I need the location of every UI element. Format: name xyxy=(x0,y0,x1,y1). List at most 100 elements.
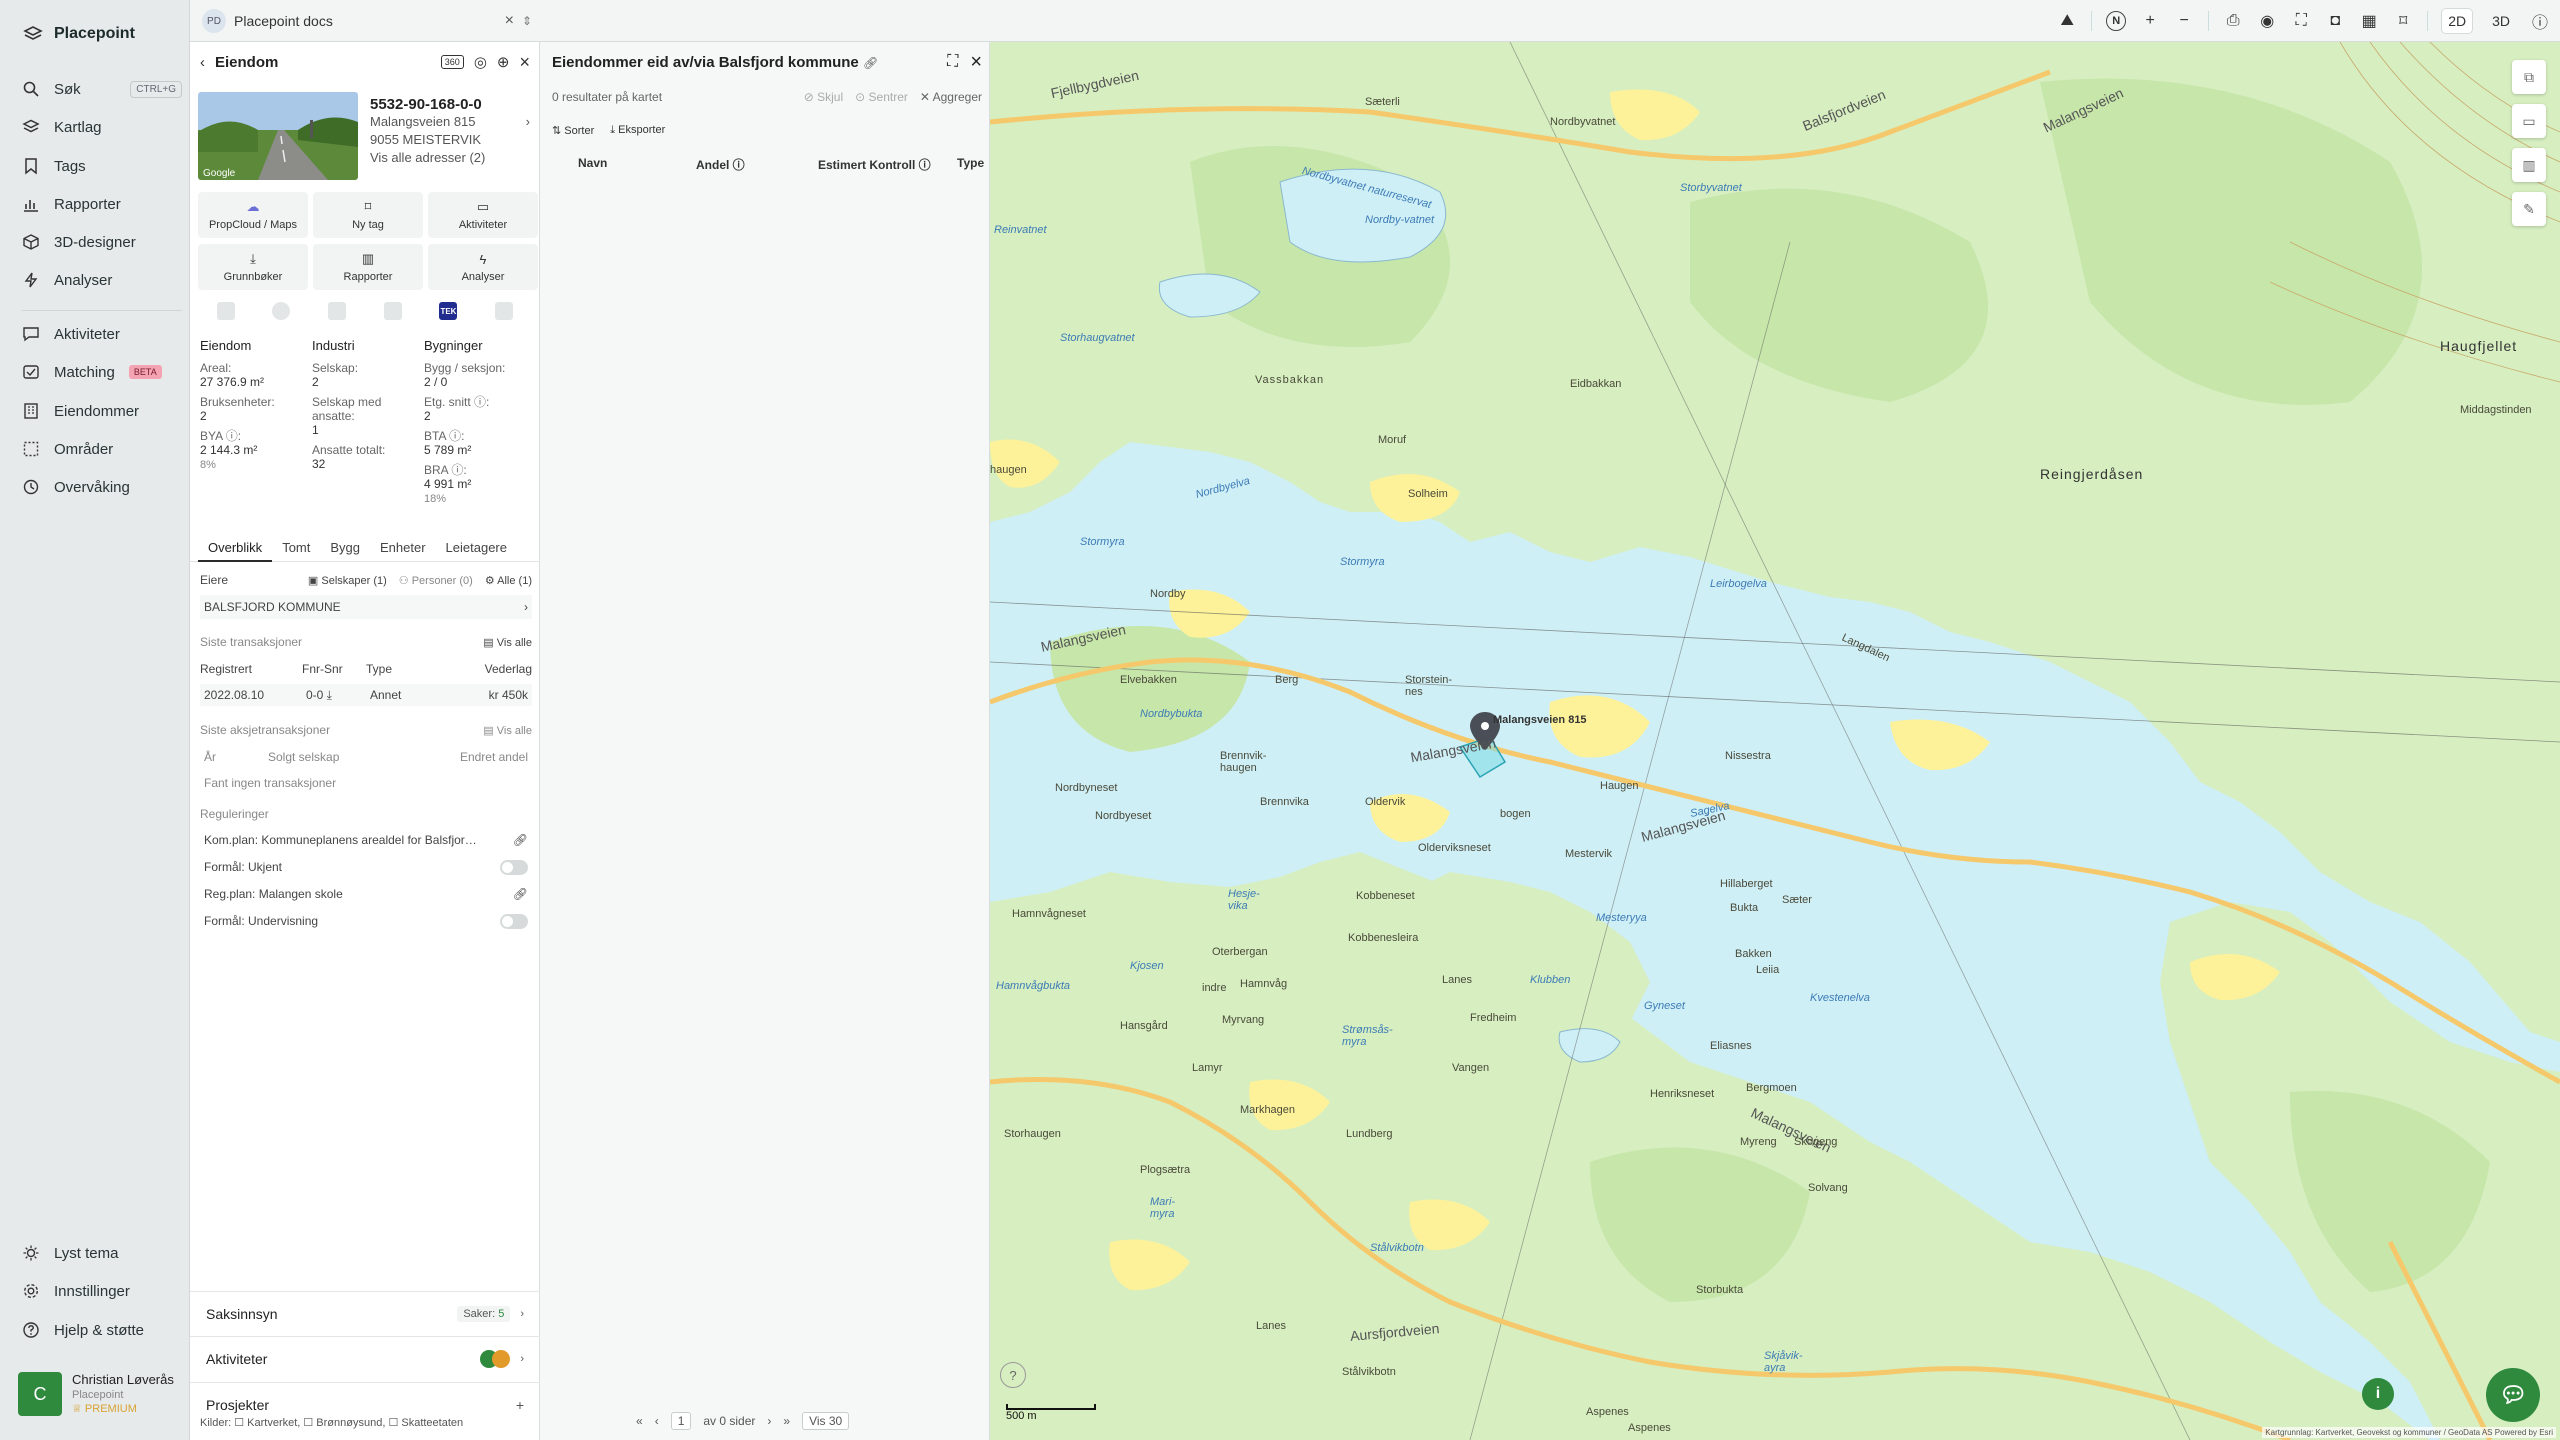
center-button[interactable]: ⊙ Sentrer xyxy=(855,90,908,104)
link-icon[interactable]: 🔗︎ xyxy=(513,833,528,847)
sidebar-item-theme[interactable]: Lyst tema xyxy=(22,1238,182,1268)
close-icon[interactable]: × xyxy=(505,12,514,30)
map-layers-button[interactable]: ⧉ xyxy=(2512,60,2546,94)
map-measure-button[interactable]: ▭ xyxy=(2512,104,2546,138)
view-360-button[interactable]: 360 xyxy=(440,55,464,69)
sidebar-item-rapporter[interactable]: Rapporter xyxy=(22,189,182,219)
workspace-search[interactable]: PD Placepoint docs × ⇕ xyxy=(202,6,532,36)
print-icon[interactable]: ⎙ xyxy=(2223,11,2243,31)
street-view-photo[interactable]: Google xyxy=(198,92,358,180)
first-page-icon[interactable]: « xyxy=(636,1414,643,1428)
map-canvas[interactable] xyxy=(990,42,2560,1440)
cell-fnr[interactable]: 0-0 ⤓ xyxy=(306,688,370,703)
factory-logo-icon[interactable] xyxy=(328,302,347,320)
regulation-toggle[interactable] xyxy=(500,913,528,929)
tab-bygg[interactable]: Bygg xyxy=(320,532,370,562)
map-view[interactable]: Fjellbygdveien Sæterli Nordbyvatnet Bals… xyxy=(990,42,2560,1440)
tek-logo[interactable]: TEK xyxy=(439,302,458,320)
sidebar-item-search[interactable]: Søk CTRL+G xyxy=(22,74,182,104)
camera-icon[interactable]: ◘ xyxy=(2325,11,2345,31)
sidebar-item-eiendommer[interactable]: Eiendommer xyxy=(22,396,182,426)
info-fab-icon[interactable]: i xyxy=(2362,1378,2394,1410)
skyline-logo-icon[interactable] xyxy=(383,302,402,320)
close-icon[interactable]: × xyxy=(519,52,530,73)
eye-icon[interactable]: ◎ xyxy=(474,53,487,71)
hide-button[interactable]: ⊘ Skjul xyxy=(804,90,843,104)
sort-button[interactable]: ⇅ Sorter xyxy=(552,124,594,137)
chevron-updown-icon[interactable]: ⇕ xyxy=(522,14,532,28)
analyses-button[interactable]: ϟ Analyser xyxy=(428,244,538,290)
chat-fab-icon[interactable]: 💬︎ xyxy=(2486,1368,2540,1422)
brand[interactable]: Placepoint xyxy=(22,20,135,48)
help-icon[interactable]: ? xyxy=(1000,1362,1026,1388)
back-chevron-icon[interactable]: ‹ xyxy=(200,54,205,71)
add-icon[interactable]: + xyxy=(516,1397,524,1413)
expand-icon[interactable]: ⛶ xyxy=(947,53,958,71)
grid-icon[interactable]: ▦ xyxy=(2359,11,2379,31)
house-logo-icon[interactable] xyxy=(495,302,514,320)
info-icon[interactable]: ⓘ xyxy=(2530,11,2550,32)
export-button[interactable]: ⤓ Eksporter xyxy=(610,124,665,137)
regulation-item[interactable]: Reg.plan: Malangen skole 🔗︎ xyxy=(200,884,532,904)
bookmark-icon[interactable]: ⌑ xyxy=(2393,11,2413,31)
add-circle-icon[interactable]: ⊕ xyxy=(497,53,510,71)
sidebar-item-help[interactable]: Hjelp & støtte xyxy=(22,1315,182,1345)
propcloud-button[interactable]: ☁ PropCloud / Maps xyxy=(198,192,308,238)
share-transactions-show-all[interactable]: ▤ Vis alle xyxy=(483,724,532,737)
user-card[interactable]: C Christian Løverås Placepoint ♕ PREMIUM xyxy=(18,1372,186,1426)
reports-button[interactable]: ▥ Rapporter xyxy=(313,244,423,290)
column-header[interactable]: Andel ⓘ xyxy=(696,156,745,173)
owners-filter-persons[interactable]: ⚇ Personer (0) xyxy=(399,574,473,587)
column-header[interactable]: Estimert Kontroll ⓘ xyxy=(818,156,931,173)
section-saksinnsyn[interactable]: Saksinnsyn Saker: 5 › xyxy=(190,1291,540,1335)
tab-tomt[interactable]: Tomt xyxy=(272,532,320,562)
activities-button[interactable]: ▭ Aktiviteter xyxy=(428,192,538,238)
fullscreen-icon[interactable]: ⛶ xyxy=(2291,11,2311,31)
page-size-select[interactable]: Vis 30 xyxy=(802,1412,850,1430)
sidebar-item-3d-designer[interactable]: 3D-designer xyxy=(22,227,182,257)
building-logo-icon[interactable] xyxy=(216,302,235,320)
mode-3d-button[interactable]: 3D xyxy=(2486,9,2516,33)
owners-filter-companies[interactable]: ▣ Selskaper (1) xyxy=(308,574,387,587)
regulation-toggle[interactable] xyxy=(500,859,528,875)
last-page-icon[interactable]: » xyxy=(783,1414,790,1428)
aggregate-button[interactable]: ✕ Aggreger xyxy=(920,90,982,104)
link-icon[interactable]: 🔗︎ xyxy=(863,56,878,70)
tab-overblikk[interactable]: Overblikk xyxy=(198,532,273,562)
owners-filter-all[interactable]: ⚙ Alle (1) xyxy=(485,574,532,587)
workspace-search-value[interactable]: Placepoint docs xyxy=(234,13,333,29)
regulation-item[interactable]: Kom.plan: Kommuneplanens arealdel for Ba… xyxy=(200,830,532,850)
column-header[interactable]: Navn xyxy=(578,156,607,170)
close-icon[interactable]: × xyxy=(970,51,982,74)
owner-row[interactable]: BALSFJORD KOMMUNE › xyxy=(200,595,532,619)
new-tag-button[interactable]: ⌑ Ny tag xyxy=(313,192,423,238)
sidebar-item-aktiviteter[interactable]: Aktiviteter xyxy=(22,319,182,349)
mode-2d-button[interactable]: 2D xyxy=(2442,9,2473,33)
compass-north-icon[interactable]: N xyxy=(2106,11,2127,31)
section-aktiviteter[interactable]: Aktiviteter › xyxy=(190,1336,540,1380)
sidebar-item-overvaking[interactable]: Overvåking xyxy=(22,472,182,502)
tab-leietagere[interactable]: Leietagere xyxy=(436,532,517,562)
chevron-right-icon[interactable]: › xyxy=(526,113,530,131)
zoom-in-icon[interactable]: + xyxy=(2140,11,2160,31)
show-all-addresses-link[interactable]: Vis alle adresser (2) xyxy=(370,149,530,167)
eye-icon[interactable]: ◉ xyxy=(2257,11,2277,31)
globe-logo-icon[interactable] xyxy=(272,302,291,320)
map-draw-button[interactable]: ✎ xyxy=(2512,192,2546,226)
sidebar-item-analyser[interactable]: Analyser xyxy=(22,265,182,295)
draw-icon[interactable]: ⛰ xyxy=(2057,11,2077,31)
prev-page-icon[interactable]: ‹ xyxy=(655,1414,659,1428)
land-registry-button[interactable]: ⤓ Grunnbøker xyxy=(198,244,308,290)
sidebar-item-kartlag[interactable]: Kartlag xyxy=(22,112,182,142)
zoom-out-icon[interactable]: − xyxy=(2174,11,2194,31)
tab-enheter[interactable]: Enheter xyxy=(370,532,436,562)
sidebar-item-settings[interactable]: Innstillinger xyxy=(22,1276,182,1306)
transactions-show-all[interactable]: ▤ Vis alle xyxy=(483,636,532,649)
page-input[interactable]: 1 xyxy=(670,1412,692,1430)
sidebar-item-omrader[interactable]: Områder xyxy=(22,434,182,464)
map-chart-button[interactable]: ▥ xyxy=(2512,148,2546,182)
sidebar-item-matching[interactable]: Matching BETA xyxy=(22,357,182,387)
column-header[interactable]: Type xyxy=(957,156,984,170)
table-row[interactable]: 2022.08.10 0-0 ⤓ Annet kr 450k xyxy=(200,684,532,706)
link-icon[interactable]: 🔗︎ xyxy=(513,887,528,901)
